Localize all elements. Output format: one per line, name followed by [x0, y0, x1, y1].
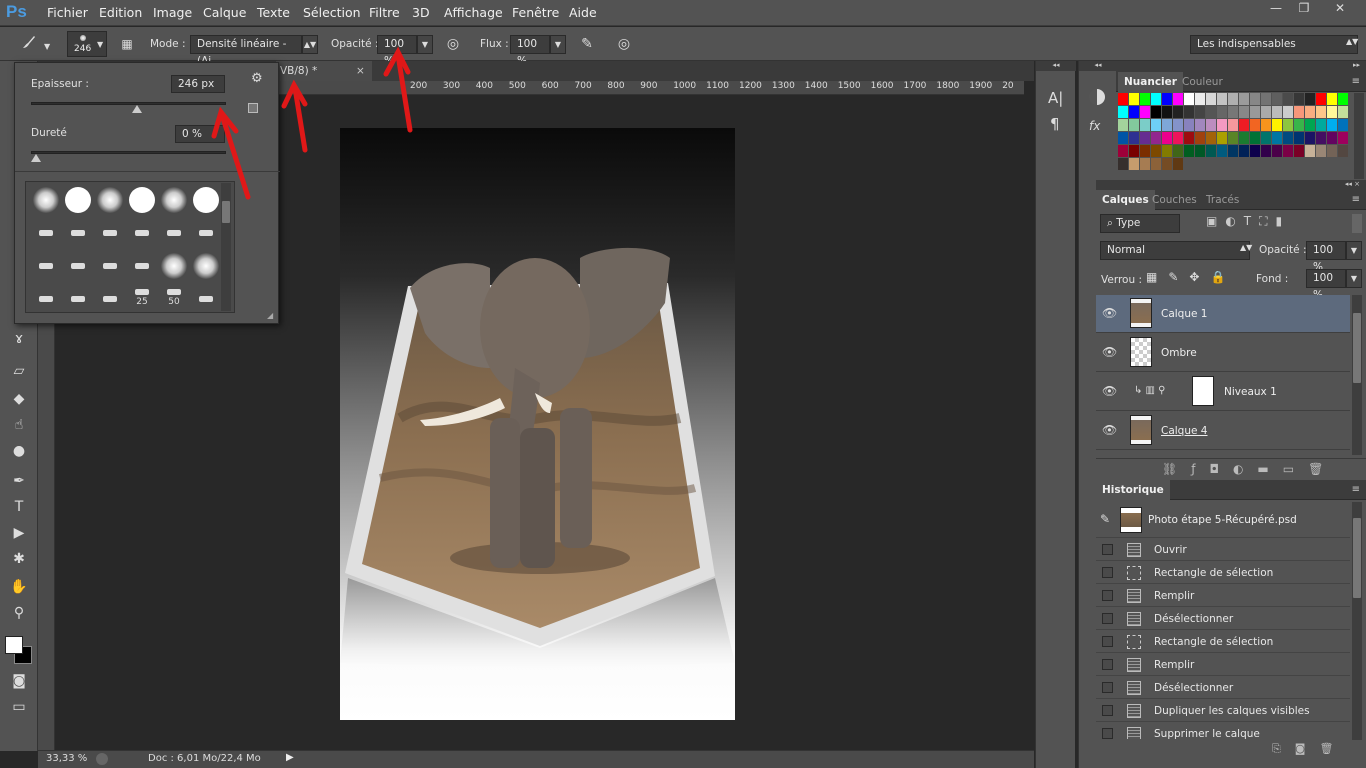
foreground-color-swatch[interactable]: [5, 636, 23, 654]
annotation-arrows: [211, 46, 413, 200]
